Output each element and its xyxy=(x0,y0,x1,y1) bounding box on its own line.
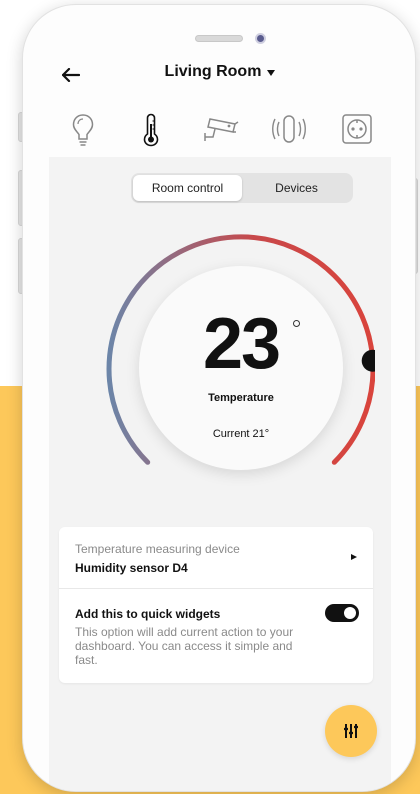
temperature-display: 23 Temperature Current 21° xyxy=(139,266,343,470)
device-tabs xyxy=(23,109,415,161)
equalizer-icon xyxy=(344,724,358,738)
tab-light[interactable] xyxy=(49,109,117,159)
chevron-right-icon xyxy=(351,554,357,560)
lightbulb-icon xyxy=(72,114,94,146)
tab-camera[interactable] xyxy=(187,109,255,159)
phone-speaker xyxy=(195,35,243,42)
tab-room-control[interactable]: Room control xyxy=(133,175,242,201)
degree-symbol xyxy=(293,320,300,327)
power-socket-icon xyxy=(342,114,372,144)
measuring-device-value: Humidity sensor D4 xyxy=(75,561,188,575)
measuring-device-label: Temperature measuring device xyxy=(75,542,240,556)
thermometer-icon xyxy=(143,113,159,147)
thermostat-dial[interactable]: 23 Temperature Current 21° xyxy=(103,231,375,479)
settings-card: Temperature measuring device Humidity se… xyxy=(59,527,373,683)
phone-camera xyxy=(255,33,266,44)
page-title: Living Room xyxy=(164,63,262,80)
room-control-panel: Room control Devices 23 Temperature Curr… xyxy=(49,157,391,791)
tab-sensor[interactable] xyxy=(255,109,323,159)
quick-widgets-title: Add this to quick widgets xyxy=(75,607,221,621)
current-temperature: Current 21° xyxy=(212,428,270,440)
toggle-knob xyxy=(344,607,356,619)
measuring-device-row[interactable]: Temperature measuring device Humidity se… xyxy=(59,527,373,589)
top-bar: Living Room xyxy=(23,57,415,93)
security-camera-icon xyxy=(204,118,239,141)
view-segmented-control: Room control Devices xyxy=(131,173,353,203)
quick-widgets-description: This option will add current action to y… xyxy=(75,625,294,667)
temperature-label: Temperature xyxy=(208,392,274,404)
tab-socket[interactable] xyxy=(323,109,391,159)
setpoint-handle[interactable] xyxy=(361,349,375,372)
controls-fab-button[interactable] xyxy=(325,705,377,757)
phone-frame: Living Room Room control Devices 23 Temp… xyxy=(22,4,416,792)
caret-down-icon xyxy=(267,70,276,76)
tab-devices[interactable]: Devices xyxy=(242,175,351,201)
temperature-value: 23 xyxy=(202,304,281,384)
tab-climate[interactable] xyxy=(117,109,185,159)
vibration-sensor-icon xyxy=(272,115,306,143)
quick-widgets-toggle[interactable] xyxy=(325,604,359,622)
room-selector[interactable]: Living Room xyxy=(23,63,415,81)
